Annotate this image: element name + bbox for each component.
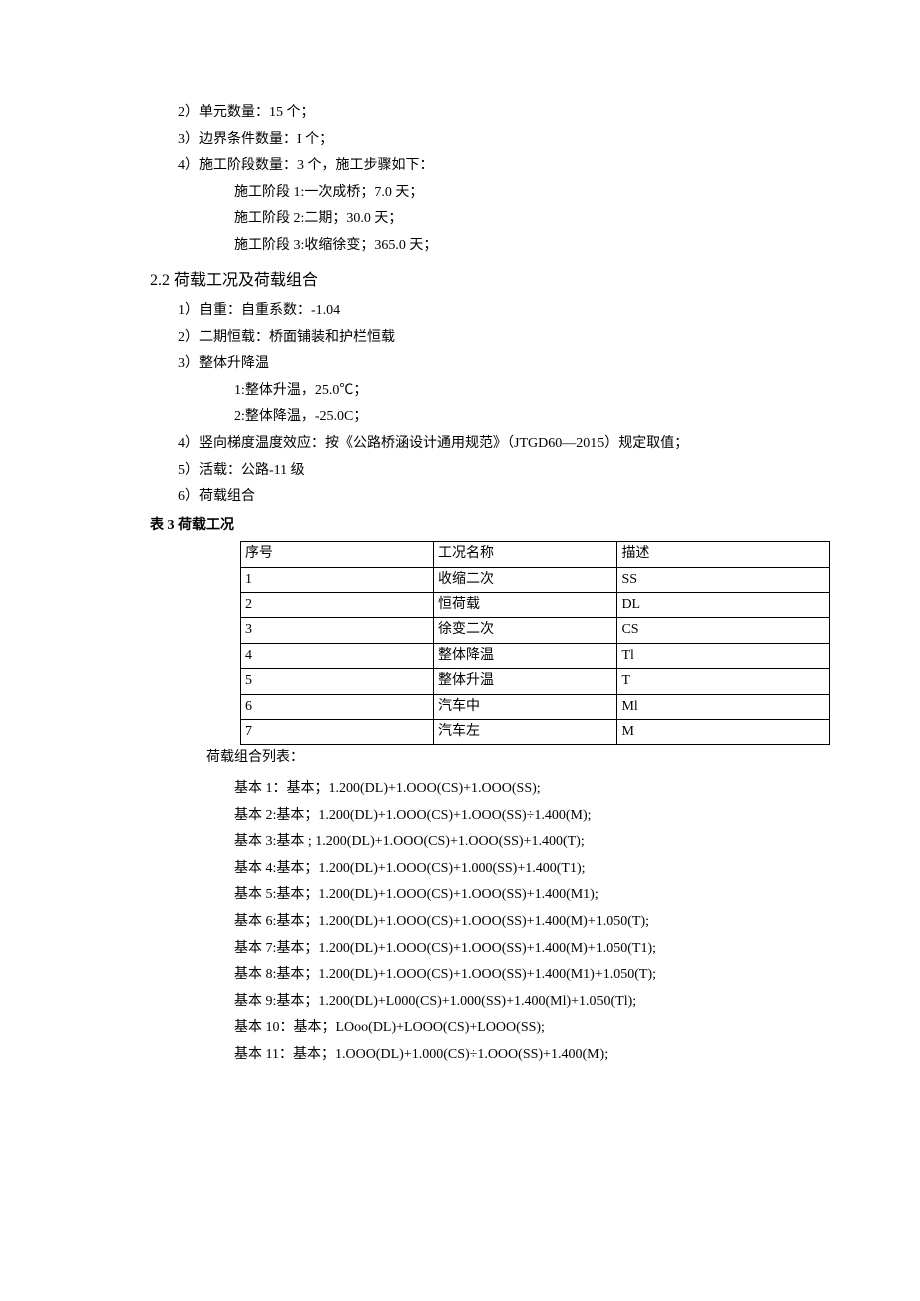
load-line: 1）自重：自重系数：-1.04 xyxy=(150,298,800,325)
td-desc: SS xyxy=(617,567,830,592)
combo-line: 基本 2:基本；1.200(DL)+1.OOO(CS)+1.OOO(SS)÷1.… xyxy=(206,803,800,830)
combo-line: 基本 5:基本；1.200(DL)+1.OOO(CS)+1.OOO(SS)+1.… xyxy=(206,882,800,909)
body-subline: 施工阶段 3:收缩徐变；365.0 天； xyxy=(150,233,800,260)
td-name: 整体降温 xyxy=(434,643,617,668)
td-desc: CS xyxy=(617,618,830,643)
td-seq: 3 xyxy=(241,618,434,643)
td-name: 汽车中 xyxy=(434,694,617,719)
combo-title: 荷载组合列表： xyxy=(150,745,800,772)
load-case-table: 序号 工况名称 描述 1 收缩二次 SS 2 恒荷载 DL 3 徐变二次 CS … xyxy=(240,541,830,745)
td-seq: 6 xyxy=(241,694,434,719)
table-row: 3 徐变二次 CS xyxy=(241,618,830,643)
td-name: 收缩二次 xyxy=(434,567,617,592)
th-seq: 序号 xyxy=(241,542,434,567)
combo-line: 基本 7:基本；1.200(DL)+1.OOO(CS)+1.OOO(SS)+1.… xyxy=(206,936,800,963)
body-subline: 施工阶段 2:二期；30.0 天； xyxy=(150,206,800,233)
td-desc: Ml xyxy=(617,694,830,719)
table-row: 2 恒荷载 DL xyxy=(241,593,830,618)
td-desc: T xyxy=(617,669,830,694)
td-seq: 1 xyxy=(241,567,434,592)
body-line: 2）单元数量：15 个； xyxy=(150,100,800,127)
table-row: 6 汽车中 Ml xyxy=(241,694,830,719)
combo-line: 基本 4:基本；1.200(DL)+1.OOO(CS)+1.000(SS)+1.… xyxy=(206,856,800,883)
td-seq: 4 xyxy=(241,643,434,668)
table-row: 5 整体升温 T xyxy=(241,669,830,694)
th-desc: 描述 xyxy=(617,542,830,567)
combo-line: 基本 9:基本；1.200(DL)+L000(CS)+1.000(SS)+1.4… xyxy=(206,989,800,1016)
body-line: 3）边界条件数量：I 个； xyxy=(150,127,800,154)
th-name: 工况名称 xyxy=(434,542,617,567)
load-line: 6）荷载组合 xyxy=(150,484,800,511)
combo-line: 基本 6:基本；1.200(DL)+1.OOO(CS)+1.OOO(SS)+1.… xyxy=(206,909,800,936)
td-name: 恒荷载 xyxy=(434,593,617,618)
load-line: 3）整体升降温 xyxy=(150,351,800,378)
combo-list: 基本 1：基本；1.200(DL)+1.OOO(CS)+1.OOO(SS); 基… xyxy=(150,776,800,1069)
combo-line: 基本 1：基本；1.200(DL)+1.OOO(CS)+1.OOO(SS); xyxy=(206,776,800,803)
td-desc: M xyxy=(617,720,830,745)
table-caption: 表 3 荷载工况 xyxy=(150,513,800,540)
td-name: 汽车左 xyxy=(434,720,617,745)
td-name: 整体升温 xyxy=(434,669,617,694)
body-subline: 施工阶段 1:一次成桥；7.0 天； xyxy=(150,180,800,207)
body-line: 4）施工阶段数量：3 个，施工步骤如下： xyxy=(150,153,800,180)
load-line: 2）二期恒载：桥面铺装和护栏恒载 xyxy=(150,325,800,352)
section-heading: 2.2 荷载工况及荷载组合 xyxy=(150,266,800,296)
combo-line: 基本 10：基本；LOoo(DL)+LOOO(CS)+LOOO(SS); xyxy=(206,1015,800,1042)
load-subline: 2:整体降温，-25.0C； xyxy=(150,404,800,431)
td-seq: 5 xyxy=(241,669,434,694)
table-row: 7 汽车左 M xyxy=(241,720,830,745)
td-seq: 7 xyxy=(241,720,434,745)
load-line: 4）竖向梯度温度效应：按《公路桥涵设计通用规范》（JTGD60—2015）规定取… xyxy=(150,431,800,458)
load-subline: 1:整体升温，25.0℃； xyxy=(150,378,800,405)
load-line: 5）活载：公路-11 级 xyxy=(150,458,800,485)
combo-line: 基本 3:基本 ; 1.200(DL)+1.OOO(CS)+1.OOO(SS)+… xyxy=(206,829,800,856)
table-row: 4 整体降温 Tl xyxy=(241,643,830,668)
table-row: 1 收缩二次 SS xyxy=(241,567,830,592)
combo-line: 基本 11：基本；1.OOO(DL)+1.000(CS)÷1.OOO(SS)+1… xyxy=(206,1042,800,1069)
td-name: 徐变二次 xyxy=(434,618,617,643)
td-seq: 2 xyxy=(241,593,434,618)
td-desc: Tl xyxy=(617,643,830,668)
combo-line: 基本 8:基本；1.200(DL)+1.OOO(CS)+1.OOO(SS)+1.… xyxy=(206,962,800,989)
td-desc: DL xyxy=(617,593,830,618)
table-header-row: 序号 工况名称 描述 xyxy=(241,542,830,567)
